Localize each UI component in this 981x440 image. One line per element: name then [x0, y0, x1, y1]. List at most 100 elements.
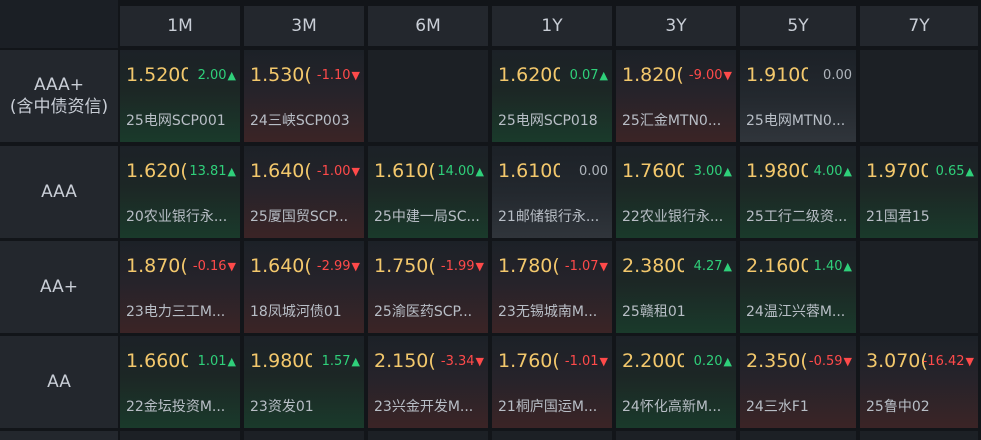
row-header-aaa-plus[interactable]: AAA+ (含中债资信) [0, 50, 118, 142]
change-value: 0.20▲ [694, 354, 732, 369]
bond-quote-cell[interactable]: 1.7600 3.00▲ 22农业银行永... [616, 146, 736, 238]
yield-value: 2.1600 [746, 255, 808, 277]
yield-value: 1.9800 [746, 160, 808, 182]
change-value: 3.00▲ [694, 164, 732, 179]
down-arrow-icon: ▼ [351, 165, 360, 178]
bond-name: 25电网MTN0... [746, 113, 846, 129]
down-arrow-icon: ▼ [351, 260, 360, 273]
empty-cell [368, 50, 488, 142]
yield-value: 1.640( [250, 255, 312, 277]
row-header-sublabel: (含中债资信) [9, 97, 109, 117]
bond-quote-cell[interactable]: 1.9800 1.57▲ 23资发01 [244, 336, 364, 428]
bond-name: 18凤城河债01 [250, 304, 342, 320]
change-value: 14.00▲ [437, 164, 484, 179]
bond-quote-cell[interactable]: 1.640(-2.99▼ 18凤城河债01 [244, 241, 364, 333]
bond-name: 25电网SCP018 [498, 113, 598, 129]
yield-value: 2.150( [374, 350, 436, 372]
change-number: -1.00 [316, 164, 351, 179]
bond-quote-cell[interactable]: 1.9800 4.00▲ 25工行二级资... [740, 146, 856, 238]
yield-value: 1.870( [126, 255, 188, 277]
change-value: -3.34▼ [441, 354, 484, 369]
bond-quote-cell[interactable]: 1.9100 0.00 25电网MTN0... [740, 50, 856, 142]
change-number: 0.65 [935, 164, 965, 179]
change-value: -1.00▼ [317, 164, 360, 179]
bond-quote-cell[interactable]: 1.9700 0.65▲ 21国君15 [860, 146, 978, 238]
change-number: 14.00 [437, 164, 475, 179]
bond-quote-cell[interactable]: 1.640(-1.00▼ 25厦国贸SCP... [244, 146, 364, 238]
bond-name: 24温江兴蓉M... [746, 304, 846, 320]
bond-quote-cell[interactable]: 1.780(-1.07▼ 23无锡城南M... [492, 241, 612, 333]
column-header-3m[interactable]: 3M [244, 6, 364, 46]
bond-quote-cell[interactable]: 1.760(-1.01▼ 21桐庐国运M... [492, 336, 612, 428]
bond-quote-cell[interactable]: 2.150(-3.34▼ 23兴金开发M... [368, 336, 488, 428]
change-value: 0.00 [823, 68, 852, 83]
row-header-label: AAA+ [33, 75, 85, 95]
change-value: -1.07▼ [565, 259, 608, 274]
bond-quote-cell[interactable]: 1.870(-0.16▼ 23电力三工M... [120, 241, 240, 333]
column-header-7y[interactable]: 7Y [860, 6, 978, 46]
down-arrow-icon: ▼ [475, 355, 484, 368]
yield-value: 1.6100 [498, 160, 560, 182]
change-value: 13.81▲ [189, 164, 236, 179]
bond-quote-cell[interactable]: 1.610(14.00▲ 25中建一局SC... [368, 146, 488, 238]
bond-quote-cell[interactable]: 3.070(-16.42▼ 25鲁中02 [860, 336, 978, 428]
row-header-label: AAA [41, 182, 77, 202]
bond-quote-cell[interactable]: 1.620(13.81▲ 20农业银行永... [120, 146, 240, 238]
bond-quote-cell[interactable]: 2.350(-0.59▼ 24三水F1 [740, 336, 856, 428]
change-value: 0.07▲ [570, 68, 608, 83]
change-value: -0.59▼ [809, 354, 852, 369]
bond-name: 23无锡城南M... [498, 304, 598, 320]
up-arrow-icon: ▲ [723, 165, 732, 178]
change-number: 0.20 [693, 354, 723, 369]
bond-quote-cell[interactable]: 1.530(-1.10▼ 24三峡SCP003 [244, 50, 364, 142]
bond-quote-cell[interactable]: 1.6100 0.00 21邮储银行永... [492, 146, 612, 238]
yield-value: 1.9700 [866, 160, 928, 182]
down-arrow-icon: ▼ [227, 260, 236, 273]
bond-name: 25中建一局SC... [374, 209, 480, 225]
bond-name: 20农业银行永... [126, 209, 228, 225]
bond-quote-cell[interactable]: 2.3800 4.27▲ 25赣租01 [616, 241, 736, 333]
bond-quote-cell[interactable]: 1.6200 0.07▲ 25电网SCP018 [492, 50, 612, 142]
yield-value: 1.6200 [498, 64, 560, 86]
bond-name: 24三峡SCP003 [250, 113, 350, 129]
empty-cell [860, 50, 978, 142]
change-value: 4.00▲ [814, 164, 852, 179]
row-header-aa-plus[interactable]: AA+ [0, 241, 118, 333]
change-value: 0.65▲ [936, 164, 974, 179]
change-value: 2.00▲ [198, 68, 236, 83]
bond-name: 24三水F1 [746, 399, 809, 415]
yield-value: 2.350( [746, 350, 808, 372]
empty-cell [616, 431, 736, 440]
empty-cell [860, 241, 978, 333]
row-header-aaa[interactable]: AAA [0, 146, 118, 238]
change-number: -16.42 [922, 354, 965, 369]
column-header-3y[interactable]: 3Y [616, 6, 736, 46]
down-arrow-icon: ▼ [599, 355, 608, 368]
bond-name: 25渝医药SCP... [374, 304, 473, 320]
bond-quote-cell[interactable]: 1.750(-1.99▼ 25渝医药SCP... [368, 241, 488, 333]
up-arrow-icon: ▲ [599, 69, 608, 82]
row-header-aa[interactable]: AA [0, 336, 118, 428]
change-value: 1.40▲ [814, 259, 852, 274]
bond-name: 21国君15 [866, 209, 930, 225]
bond-quote-cell[interactable]: 1.6600 1.01▲ 22金坛投资M... [120, 336, 240, 428]
bond-quote-cell[interactable]: 1.5200 2.00▲ 25电网SCP001 [120, 50, 240, 142]
column-header-1m[interactable]: 1M [120, 6, 240, 46]
bond-name: 21桐庐国运M... [498, 399, 598, 415]
bond-quote-cell[interactable]: 2.2000 0.20▲ 24怀化高新M... [616, 336, 736, 428]
column-header-1y[interactable]: 1Y [492, 6, 612, 46]
bond-name: 25电网SCP001 [126, 113, 226, 129]
empty-cell [368, 431, 488, 440]
change-number: -0.59 [808, 354, 843, 369]
yield-value: 2.3800 [622, 255, 684, 277]
column-header-6m[interactable]: 6M [368, 6, 488, 46]
change-value: -1.10▼ [317, 68, 360, 83]
bond-quote-cell[interactable]: 2.1600 1.40▲ 24温江兴蓉M... [740, 241, 856, 333]
change-number: -1.01 [564, 354, 599, 369]
down-arrow-icon: ▼ [723, 69, 732, 82]
yield-value: 1.7600 [622, 160, 684, 182]
bond-name: 24怀化高新M... [622, 399, 722, 415]
bond-quote-cell[interactable]: 1.820(-9.00▼ 25汇金MTN0... [616, 50, 736, 142]
up-arrow-icon: ▲ [227, 165, 236, 178]
column-header-5y[interactable]: 5Y [740, 6, 856, 46]
